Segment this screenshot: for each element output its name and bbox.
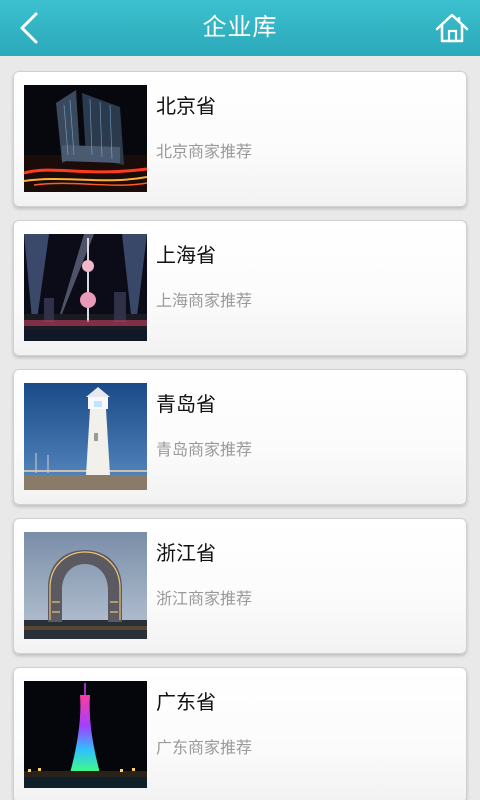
item-title: 广东省 bbox=[156, 690, 216, 714]
list-item[interactable]: 上海省 上海商家推荐 bbox=[13, 220, 467, 356]
shanghai-photo bbox=[24, 234, 147, 341]
item-title: 浙江省 bbox=[156, 541, 216, 565]
item-title: 青岛省 bbox=[156, 392, 216, 416]
beijing-photo bbox=[24, 85, 147, 192]
list-item[interactable]: 浙江省 浙江商家推荐 bbox=[13, 518, 467, 654]
app-header: 企业库 bbox=[0, 0, 480, 56]
zhejiang-photo bbox=[24, 532, 147, 639]
qingdao-photo bbox=[24, 383, 147, 490]
list-item[interactable]: 青岛省 青岛商家推荐 bbox=[13, 369, 467, 505]
list-item[interactable]: 北京省 北京商家推荐 bbox=[13, 71, 467, 207]
page-title: 企业库 bbox=[202, 13, 278, 41]
list-item[interactable]: 广东省 广东商家推荐 bbox=[13, 667, 467, 800]
item-subtitle: 广东商家推荐 bbox=[156, 738, 253, 757]
item-subtitle: 北京商家推荐 bbox=[156, 142, 253, 161]
province-list: 北京省 北京商家推荐 上海省 上海商家推荐 青岛省 青岛商家推荐 浙江省 浙江商… bbox=[0, 56, 480, 800]
item-title: 北京省 bbox=[156, 94, 216, 118]
item-subtitle: 上海商家推荐 bbox=[156, 291, 253, 310]
item-subtitle: 青岛商家推荐 bbox=[156, 440, 253, 459]
item-subtitle: 浙江商家推荐 bbox=[156, 589, 253, 608]
home-icon bbox=[435, 13, 469, 43]
guangzhou-photo bbox=[24, 681, 147, 788]
home-button[interactable] bbox=[432, 8, 472, 48]
item-title: 上海省 bbox=[156, 243, 216, 267]
